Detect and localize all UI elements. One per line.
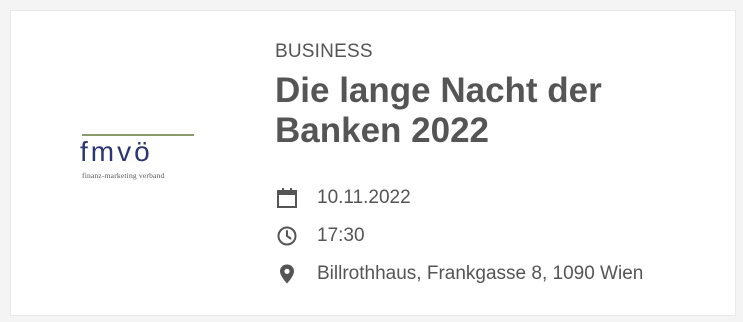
event-title-line-2[interactable]: Banken 2022 [275,111,489,150]
event-location-text: Billrothhaus, Frankgasse 8, 1090 Wien [317,263,644,284]
event-card[interactable]: fmvö finanz-marketing verband BUSINESS D… [10,10,736,316]
event-thumbnail[interactable]: fmvö finanz-marketing verband [19,19,259,309]
event-date-text: 10.11.2022 [317,187,411,208]
logo-wordmark: fmvö [80,136,153,167]
event-title-line-1[interactable]: Die lange Nacht der [275,71,602,110]
fmvo-logo: fmvö finanz-marketing verband [80,134,198,194]
event-location: Billrothhaus, Frankgasse 8, 1090 Wien [275,255,725,293]
location-pin-icon [275,262,299,286]
clock-icon [275,224,299,248]
event-date: 10.11.2022 [275,179,725,217]
event-details: BUSINESS Die lange Nacht der Banken 2022… [275,41,725,293]
logo-tagline: finanz-marketing verband [82,171,165,180]
event-time-text: 17:30 [317,225,365,246]
event-meta: 10.11.2022 17:30 Billrothhaus, Frankgass… [275,179,725,293]
event-category[interactable]: BUSINESS [275,41,725,63]
calendar-icon [275,186,299,210]
event-time: 17:30 [275,217,725,255]
event-title[interactable]: Die lange Nacht der Banken 2022 [275,71,725,151]
